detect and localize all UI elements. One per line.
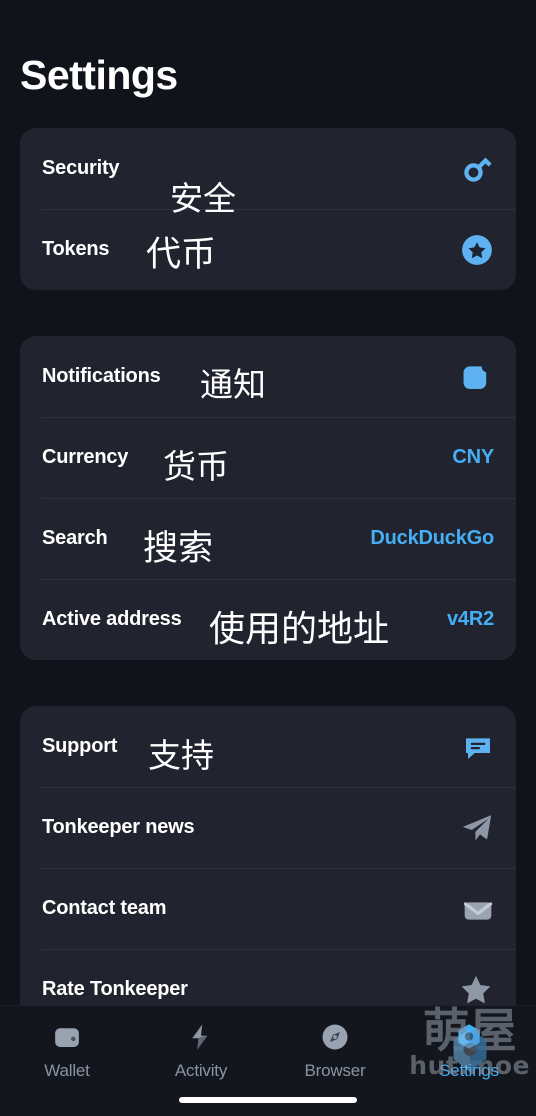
envelope-icon xyxy=(462,893,494,925)
settings-row-value: CNY xyxy=(452,446,494,468)
settings-row-label: Rate Tonkeeper xyxy=(42,978,188,1000)
compass-icon xyxy=(318,1020,352,1054)
settings-screen: Settings Security Tokens Notifications C… xyxy=(0,0,536,1116)
telegram-icon xyxy=(460,811,494,845)
settings-row-support[interactable]: Support xyxy=(20,706,516,787)
settings-row-currency[interactable]: Currency CNY xyxy=(20,417,516,498)
settings-card-preferences: Notifications Currency CNY Search DuckDu… xyxy=(20,336,516,660)
settings-row-label: Search xyxy=(42,527,108,549)
settings-row-label: Currency xyxy=(42,446,129,468)
tab-label: Wallet xyxy=(44,1061,90,1080)
settings-row-active-address[interactable]: Active address v4R2 xyxy=(20,579,516,660)
tab-wallet[interactable]: Wallet xyxy=(0,1020,134,1081)
settings-row-label: Active address xyxy=(42,608,182,630)
wallet-icon xyxy=(50,1020,84,1054)
settings-row-rate-tonkeeper[interactable]: Rate Tonkeeper xyxy=(20,949,516,1005)
key-icon xyxy=(460,152,494,186)
tab-label: Settings xyxy=(439,1061,499,1080)
settings-card-support: Support Tonkeeper news Contact team Rate… xyxy=(20,706,516,1005)
settings-row-tonkeeper-news[interactable]: Tonkeeper news xyxy=(20,787,516,868)
tab-activity[interactable]: Activity xyxy=(134,1020,268,1081)
star-icon xyxy=(458,972,494,1006)
settings-row-label: Tokens xyxy=(42,238,110,260)
settings-scroll-area[interactable]: Security Tokens Notifications Currency C… xyxy=(0,0,536,1005)
settings-card-security: Security Tokens xyxy=(20,128,516,290)
settings-row-security[interactable]: Security xyxy=(20,128,516,209)
gear-icon xyxy=(452,1020,486,1054)
tab-label: Browser xyxy=(304,1061,366,1080)
tab-settings[interactable]: Settings xyxy=(402,1020,536,1081)
home-indicator xyxy=(179,1097,357,1103)
settings-row-label: Security xyxy=(42,157,120,179)
settings-row-search[interactable]: Search DuckDuckGo xyxy=(20,498,516,579)
tab-label: Activity xyxy=(174,1061,228,1080)
settings-row-label: Contact team xyxy=(42,897,167,919)
lightning-icon xyxy=(184,1020,218,1054)
settings-row-value: v4R2 xyxy=(446,608,494,630)
star-badge-icon xyxy=(460,233,494,267)
tab-browser[interactable]: Browser xyxy=(268,1020,402,1081)
settings-row-notifications[interactable]: Notifications xyxy=(20,336,516,417)
settings-row-label: Notifications xyxy=(42,365,161,387)
bottom-tab-bar: Wallet Activity Browser Settings xyxy=(0,1005,536,1116)
settings-row-tokens[interactable]: Tokens xyxy=(20,209,516,290)
settings-row-label: Tonkeeper news xyxy=(42,816,195,838)
chat-bubble-icon xyxy=(462,731,494,763)
settings-row-value: DuckDuckGo xyxy=(370,527,494,549)
notification-square-icon xyxy=(460,360,494,394)
settings-row-label: Support xyxy=(42,735,118,757)
settings-row-contact-team[interactable]: Contact team xyxy=(20,868,516,949)
